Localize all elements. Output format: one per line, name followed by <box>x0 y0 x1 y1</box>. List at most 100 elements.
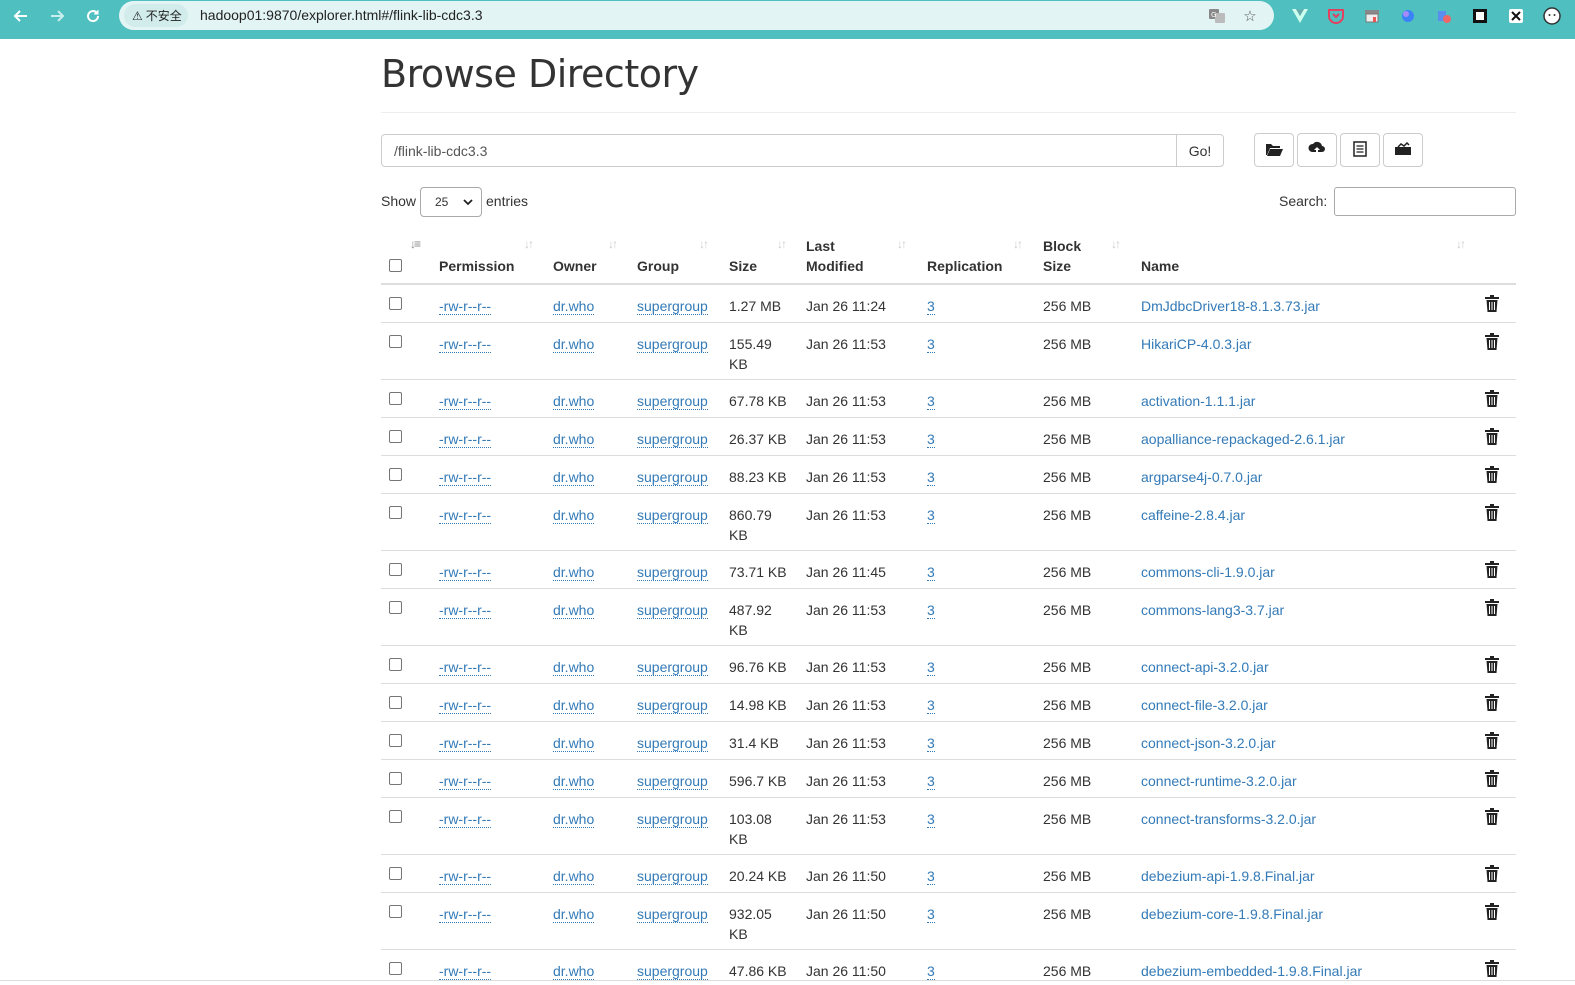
replication-link[interactable]: 3 <box>927 336 935 353</box>
owner-link[interactable]: dr.who <box>553 298 595 315</box>
vue-devtools-icon[interactable] <box>1291 7 1309 25</box>
trash-icon[interactable] <box>1485 466 1501 484</box>
group-link[interactable]: supergroup <box>637 298 708 315</box>
row-checkbox[interactable] <box>389 563 402 576</box>
trash-icon[interactable] <box>1485 656 1501 674</box>
group-link[interactable]: supergroup <box>637 659 708 676</box>
replication-link[interactable]: 3 <box>927 773 935 790</box>
owner-link[interactable]: dr.who <box>553 868 595 885</box>
entries-per-page-select[interactable]: 25 <box>420 187 482 217</box>
header-permission[interactable]: Permission <box>439 256 514 276</box>
replication-link[interactable]: 3 <box>927 735 935 752</box>
owner-link[interactable]: dr.who <box>553 773 595 790</box>
replication-link[interactable]: 3 <box>927 298 935 315</box>
trash-icon[interactable] <box>1485 504 1501 522</box>
sort-asc-icon[interactable]: ↓≡ <box>410 237 421 251</box>
row-checkbox[interactable] <box>389 734 402 747</box>
back-arrow-icon[interactable] <box>9 6 33 26</box>
row-checkbox[interactable] <box>389 297 402 310</box>
go-button[interactable]: Go! <box>1176 134 1224 167</box>
file-name-link[interactable]: connect-runtime-3.2.0.jar <box>1141 771 1297 791</box>
file-name-link[interactable]: connect-transforms-3.2.0.jar <box>1141 809 1316 829</box>
sort-icon[interactable]: ↓↑ <box>608 237 618 251</box>
owner-link[interactable]: dr.who <box>553 507 595 524</box>
group-link[interactable]: supergroup <box>637 469 708 486</box>
replication-link[interactable]: 3 <box>927 906 935 923</box>
security-chip[interactable]: ⚠ 不安全 <box>124 4 188 27</box>
header-last-modified-line1[interactable]: Last <box>806 236 835 256</box>
trash-icon[interactable] <box>1485 428 1501 446</box>
owner-link[interactable]: dr.who <box>553 336 595 353</box>
trash-icon[interactable] <box>1485 960 1501 978</box>
store-icon[interactable] <box>1363 7 1381 25</box>
trash-icon[interactable] <box>1485 599 1501 617</box>
owner-link[interactable]: dr.who <box>553 811 595 828</box>
header-block-size-line2[interactable]: Size <box>1043 256 1071 276</box>
group-link[interactable]: supergroup <box>637 735 708 752</box>
sort-icon[interactable]: ↓↑ <box>777 237 787 251</box>
owner-link[interactable]: dr.who <box>553 564 595 581</box>
browser-extension-icon[interactable] <box>1399 7 1417 25</box>
owner-link[interactable]: dr.who <box>553 697 595 714</box>
sort-icon[interactable]: ↓↑ <box>1456 237 1466 251</box>
replication-link[interactable]: 3 <box>927 811 935 828</box>
permission-link[interactable]: -rw-r--r-- <box>439 868 492 885</box>
row-checkbox[interactable] <box>389 658 402 671</box>
translate-icon[interactable]: G <box>1207 6 1227 26</box>
row-checkbox[interactable] <box>389 810 402 823</box>
group-link[interactable]: supergroup <box>637 868 708 885</box>
permission-link[interactable]: -rw-r--r-- <box>439 469 492 486</box>
bookmark-star-icon[interactable]: ☆ <box>1240 6 1260 26</box>
row-checkbox[interactable] <box>389 335 402 348</box>
replication-link[interactable]: 3 <box>927 507 935 524</box>
trash-icon[interactable] <box>1485 694 1501 712</box>
row-checkbox[interactable] <box>389 867 402 880</box>
group-link[interactable]: supergroup <box>637 336 708 353</box>
permission-link[interactable]: -rw-r--r-- <box>439 298 492 315</box>
replication-link[interactable]: 3 <box>927 963 935 980</box>
header-size[interactable]: Size <box>729 256 757 276</box>
sort-icon[interactable]: ↓↑ <box>1111 237 1121 251</box>
profile-icon[interactable] <box>1543 7 1561 25</box>
reload-icon[interactable] <box>81 6 105 26</box>
owner-link[interactable]: dr.who <box>553 906 595 923</box>
file-name-link[interactable]: HikariCP-4.0.3.jar <box>1141 334 1251 354</box>
capture-icon[interactable] <box>1471 7 1489 25</box>
file-name-link[interactable]: debezium-core-1.9.8.Final.jar <box>1141 904 1323 924</box>
permission-link[interactable]: -rw-r--r-- <box>439 564 492 581</box>
pocket-icon[interactable] <box>1327 7 1345 25</box>
owner-link[interactable]: dr.who <box>553 431 595 448</box>
permission-link[interactable]: -rw-r--r-- <box>439 735 492 752</box>
owner-link[interactable]: dr.who <box>553 963 595 980</box>
forward-arrow-icon[interactable] <box>45 6 69 26</box>
replication-link[interactable]: 3 <box>927 659 935 676</box>
trash-icon[interactable] <box>1485 390 1501 408</box>
header-owner[interactable]: Owner <box>553 256 597 276</box>
trash-icon[interactable] <box>1485 333 1501 351</box>
replication-link[interactable]: 3 <box>927 393 935 410</box>
row-checkbox[interactable] <box>389 468 402 481</box>
replication-link[interactable]: 3 <box>927 868 935 885</box>
sort-icon[interactable]: ↓↑ <box>1013 237 1023 251</box>
sort-icon[interactable]: ↓↑ <box>897 237 907 251</box>
row-checkbox[interactable] <box>389 392 402 405</box>
permission-link[interactable]: -rw-r--r-- <box>439 431 492 448</box>
owner-link[interactable]: dr.who <box>553 469 595 486</box>
file-name-link[interactable]: activation-1.1.1.jar <box>1141 391 1255 411</box>
permission-link[interactable]: -rw-r--r-- <box>439 697 492 714</box>
trash-icon[interactable] <box>1485 561 1501 579</box>
owner-link[interactable]: dr.who <box>553 602 595 619</box>
list-view-button[interactable] <box>1340 133 1380 167</box>
file-name-link[interactable]: connect-api-3.2.0.jar <box>1141 657 1269 677</box>
permission-link[interactable]: -rw-r--r-- <box>439 602 492 619</box>
replication-link[interactable]: 3 <box>927 697 935 714</box>
group-link[interactable]: supergroup <box>637 602 708 619</box>
replication-link[interactable]: 3 <box>927 564 935 581</box>
replication-link[interactable]: 3 <box>927 431 935 448</box>
row-checkbox[interactable] <box>389 696 402 709</box>
create-directory-button[interactable] <box>1254 133 1294 167</box>
trash-icon[interactable] <box>1485 295 1501 313</box>
row-checkbox[interactable] <box>389 772 402 785</box>
file-name-link[interactable]: aopalliance-repackaged-2.6.1.jar <box>1141 429 1345 449</box>
permission-link[interactable]: -rw-r--r-- <box>439 659 492 676</box>
